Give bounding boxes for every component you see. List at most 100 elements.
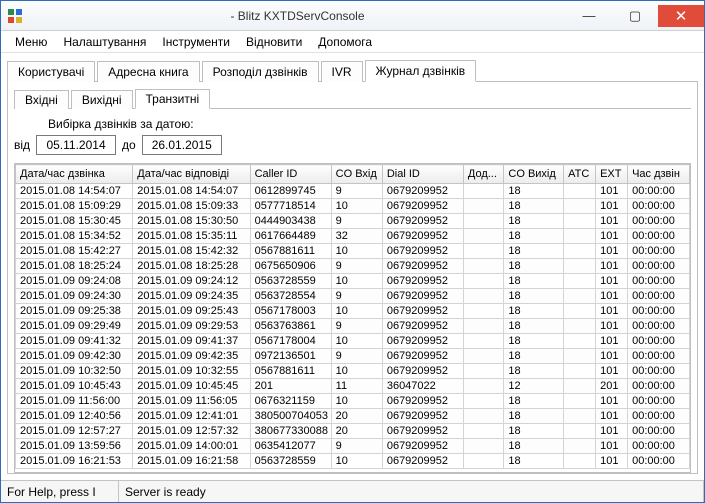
cell: 2015.01.09 09:42:30 [16,349,133,364]
cell [564,394,596,409]
col-0[interactable]: Дата/час дзвінка [16,165,133,184]
cell [463,274,504,289]
cell: 2015.01.09 09:24:08 [16,274,133,289]
cell: 0563728559 [250,454,331,469]
cell: 2015.01.09 09:24:12 [133,274,250,289]
col-1[interactable]: Дата/час відповіді [133,165,250,184]
cell [564,274,596,289]
cell: 101 [596,259,628,274]
cell: 101 [596,364,628,379]
cell: 2015.01.09 10:45:45 [133,379,250,394]
table-row[interactable]: 2015.01.09 10:45:432015.01.09 10:45:4520… [16,379,690,394]
tab-3[interactable]: IVR [321,61,363,82]
table-row[interactable]: 2015.01.09 09:24:302015.01.09 09:24:3505… [16,289,690,304]
cell [564,409,596,424]
from-date-input[interactable] [36,135,116,155]
tab-4[interactable]: Журнал дзвінків [365,60,477,82]
cell: 2015.01.09 09:41:32 [16,334,133,349]
cell: 380677330088 [250,424,331,439]
table-row[interactable]: 2015.01.08 15:30:452015.01.08 15:30:5004… [16,214,690,229]
cell: 0679209952 [382,199,463,214]
subtab-2[interactable]: Транзитні [135,89,211,109]
tab-panel: ВхідніВихідніТранзитні Вибірка дзвінків … [7,82,698,474]
col-9[interactable]: Час дзвін [628,165,690,184]
cell [463,379,504,394]
table-row[interactable]: 2015.01.09 09:41:322015.01.09 09:41:3705… [16,334,690,349]
cell: 18 [504,199,564,214]
cell [564,229,596,244]
cell [564,244,596,259]
table-row[interactable]: 2015.01.09 12:40:562015.01.09 12:41:0138… [16,409,690,424]
cell: 00:00:00 [628,319,690,334]
status-help: For Help, press I [1,481,119,502]
menu-4[interactable]: Допомога [310,33,380,51]
cell: 2015.01.09 13:59:56 [16,439,133,454]
cell: 9 [331,214,382,229]
cell: 2015.01.08 15:09:33 [133,199,250,214]
cell: 18 [504,424,564,439]
table-row[interactable]: 2015.01.09 11:56:002015.01.09 11:56:0506… [16,394,690,409]
table-row[interactable]: 2015.01.09 13:59:562015.01.09 14:00:0106… [16,439,690,454]
minimize-button[interactable]: — [566,5,612,27]
table-row[interactable]: 2015.01.09 10:32:502015.01.09 10:32:5505… [16,364,690,379]
cell: 0679209952 [382,304,463,319]
menu-0[interactable]: Меню [7,33,55,51]
cell: 0679209952 [382,289,463,304]
cell: 2015.01.09 10:32:50 [16,364,133,379]
table-row[interactable]: 2015.01.08 15:09:292015.01.08 15:09:3305… [16,199,690,214]
to-date-input[interactable] [142,135,222,155]
table-row[interactable]: 2015.01.08 15:42:272015.01.08 15:42:3205… [16,244,690,259]
cell: 2015.01.09 11:56:00 [16,394,133,409]
tab-1[interactable]: Адресна книга [97,61,199,82]
table-row[interactable]: 2015.01.08 15:34:522015.01.08 15:35:1106… [16,229,690,244]
cell: 18 [504,229,564,244]
col-8[interactable]: EXT [596,165,628,184]
subtab-1[interactable]: Вихідні [71,90,133,109]
cell: 2015.01.08 15:09:29 [16,199,133,214]
cell: 0563763861 [250,319,331,334]
menu-2[interactable]: Інструменти [154,33,238,51]
col-3[interactable]: CO Вхід [331,165,382,184]
cell: 2015.01.09 14:00:01 [133,439,250,454]
call-log-grid[interactable]: Дата/час дзвінкаДата/час відповідіCaller… [14,163,691,473]
close-button[interactable]: ✕ [658,5,704,27]
col-7[interactable]: ATC [564,165,596,184]
col-6[interactable]: CO Вихід [504,165,564,184]
main-tabs: КористувачіАдресна книгаРозподіл дзвінкі… [7,59,698,82]
window-title: - Blitz KXTDServConsole [29,9,566,23]
cell: 101 [596,439,628,454]
menu-3[interactable]: Відновити [238,33,310,51]
title-bar: - Blitz KXTDServConsole — ▢ ✕ [1,1,704,31]
cell: 101 [596,244,628,259]
tab-0[interactable]: Користувачі [7,61,95,82]
col-2[interactable]: Caller ID [250,165,331,184]
cell: 101 [596,424,628,439]
cell: 101 [596,319,628,334]
table-row[interactable]: 2015.01.09 09:24:082015.01.09 09:24:1205… [16,274,690,289]
cell: 2015.01.09 09:24:30 [16,289,133,304]
cell: 101 [596,334,628,349]
table-row[interactable]: 2015.01.08 18:25:242015.01.08 18:25:2806… [16,259,690,274]
col-5[interactable]: Дод... [463,165,504,184]
maximize-button[interactable]: ▢ [612,5,658,27]
subtab-0[interactable]: Вхідні [14,90,69,109]
cell [564,424,596,439]
cell: 0679209952 [382,334,463,349]
cell: 101 [596,454,628,469]
menu-1[interactable]: Налаштування [55,33,154,51]
col-4[interactable]: Dial ID [382,165,463,184]
cell [564,214,596,229]
client-area: КористувачіАдресна книгаРозподіл дзвінкі… [1,53,704,480]
table-row[interactable]: 2015.01.09 09:42:302015.01.09 09:42:3509… [16,349,690,364]
cell: 0567178004 [250,334,331,349]
cell: 0679209952 [382,394,463,409]
table-row[interactable]: 2015.01.09 16:21:532015.01.09 16:21:5805… [16,454,690,469]
table-row[interactable]: 2015.01.09 09:25:382015.01.09 09:25:4305… [16,304,690,319]
cell: 2015.01.09 12:57:32 [133,424,250,439]
cell: 00:00:00 [628,334,690,349]
table-row[interactable]: 2015.01.09 12:57:272015.01.09 12:57:3238… [16,424,690,439]
table-row[interactable]: 2015.01.09 09:29:492015.01.09 09:29:5305… [16,319,690,334]
tab-2[interactable]: Розподіл дзвінків [202,61,319,82]
table-row[interactable]: 2015.01.08 14:54:072015.01.08 14:54:0706… [16,184,690,199]
cell: 0635412077 [250,439,331,454]
